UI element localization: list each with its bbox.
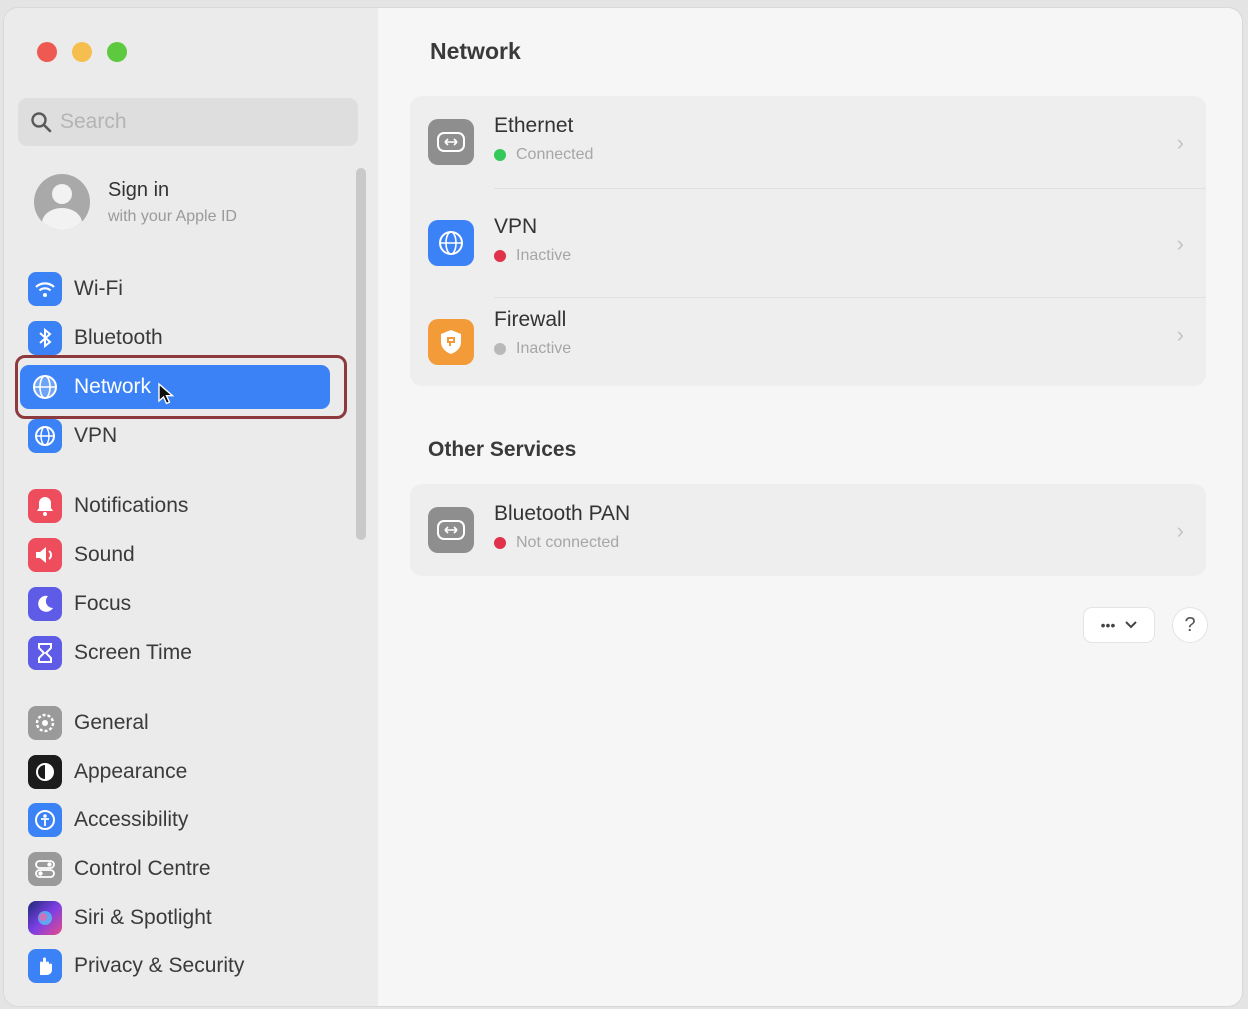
signin-subtitle: with your Apple ID xyxy=(108,207,237,225)
hand-icon xyxy=(28,949,62,983)
service-row-firewall[interactable]: Firewall Inactive › xyxy=(410,298,1206,386)
other-services-title: Other Services xyxy=(428,438,577,461)
service-name: Bluetooth PAN xyxy=(494,502,631,525)
chevron-right-icon: › xyxy=(1176,518,1184,543)
sidebar-item-privacy-security[interactable]: Privacy & Security xyxy=(20,944,330,988)
status-dot xyxy=(494,149,506,161)
other-services-card: Bluetooth PAN Not connected › xyxy=(410,484,1206,576)
sidebar-item-label: Accessibility xyxy=(74,808,189,831)
sidebar-item-focus[interactable]: Focus xyxy=(20,582,330,626)
service-status: Connected xyxy=(494,146,593,164)
chevron-right-icon: › xyxy=(1176,130,1184,155)
bell-icon xyxy=(28,489,62,523)
sidebar-item-label: Focus xyxy=(74,592,132,615)
moon-icon xyxy=(28,587,62,621)
accessibility-icon xyxy=(28,803,62,837)
apple-id-signin[interactable]: Sign in with your Apple ID xyxy=(34,174,237,230)
selection-highlight-frame xyxy=(15,355,347,419)
service-status: Not connected xyxy=(494,534,619,552)
sidebar-item-label: Siri & Spotlight xyxy=(74,906,212,929)
sidebar-scrollbar[interactable] xyxy=(356,168,366,540)
chevron-right-icon: › xyxy=(1176,231,1184,256)
search-field[interactable] xyxy=(18,98,358,146)
service-row-bluetooth-pan[interactable]: Bluetooth PAN Not connected › xyxy=(410,484,1206,576)
status-text: Inactive xyxy=(516,247,572,264)
service-status: Inactive xyxy=(494,247,571,265)
sidebar-item-wifi[interactable]: Wi-Fi xyxy=(20,267,330,311)
sidebar-item-label: Screen Time xyxy=(74,641,192,664)
sidebar-item-vpn[interactable]: VPN xyxy=(20,414,330,458)
service-name: VPN xyxy=(494,215,538,238)
sidebar-item-label: Appearance xyxy=(74,760,188,783)
ethernet-icon xyxy=(428,507,474,553)
settings-window: Sign in with your Apple ID Wi-Fi Bluetoo… xyxy=(4,8,1242,1006)
more-actions-button[interactable]: ••• xyxy=(1084,608,1154,642)
sidebar-item-siri-spotlight[interactable]: Siri & Spotlight xyxy=(20,896,330,940)
shield-icon xyxy=(428,319,474,365)
wifi-icon xyxy=(28,272,62,306)
sidebar-item-label: General xyxy=(74,711,149,734)
toggles-icon xyxy=(28,852,62,886)
chevron-right-icon: › xyxy=(1176,322,1184,347)
appearance-icon xyxy=(28,755,62,789)
sidebar-item-notifications[interactable]: Notifications xyxy=(20,484,330,528)
vpn-globe-icon xyxy=(428,220,474,266)
status-dot xyxy=(494,537,506,549)
service-status: Inactive xyxy=(494,340,571,358)
signin-title: Sign in xyxy=(108,178,170,201)
sidebar-item-label: Notifications xyxy=(74,494,189,517)
search-input[interactable] xyxy=(60,110,320,134)
minimize-button[interactable] xyxy=(72,42,92,62)
sidebar-item-bluetooth[interactable]: Bluetooth xyxy=(20,316,330,360)
sidebar-item-appearance[interactable]: Appearance xyxy=(20,750,330,794)
help-button[interactable]: ? xyxy=(1173,608,1207,642)
gear-icon xyxy=(28,706,62,740)
status-text: Inactive xyxy=(516,340,572,357)
service-name: Ethernet xyxy=(494,114,574,137)
sidebar-item-accessibility[interactable]: Accessibility xyxy=(20,798,330,842)
chevron-down-icon xyxy=(1125,621,1138,629)
bluetooth-icon xyxy=(28,321,62,355)
status-dot xyxy=(494,343,506,355)
search-icon xyxy=(31,112,52,133)
zoom-button[interactable] xyxy=(107,42,127,62)
main-content: Network Ethernet Connected › VPN Inactiv… xyxy=(378,8,1242,1006)
ethernet-icon xyxy=(428,119,474,165)
close-button[interactable] xyxy=(37,42,57,62)
status-text: Not connected xyxy=(516,534,620,551)
network-services-card: Ethernet Connected › VPN Inactive › Fire… xyxy=(410,96,1206,386)
avatar xyxy=(34,174,90,230)
service-row-vpn[interactable]: VPN Inactive › xyxy=(410,189,1206,297)
siri-icon xyxy=(28,901,62,935)
sidebar-item-control-centre[interactable]: Control Centre xyxy=(20,847,330,891)
sidebar-item-label: Wi-Fi xyxy=(74,277,123,300)
sidebar: Sign in with your Apple ID Wi-Fi Bluetoo… xyxy=(4,8,378,1006)
sidebar-item-label: Sound xyxy=(74,543,135,566)
service-row-ethernet[interactable]: Ethernet Connected › xyxy=(410,96,1206,188)
hourglass-icon xyxy=(28,636,62,670)
speaker-icon xyxy=(28,538,62,572)
sidebar-item-label: Privacy & Security xyxy=(74,954,245,977)
status-text: Connected xyxy=(516,146,594,163)
sidebar-item-general[interactable]: General xyxy=(20,701,330,745)
sidebar-item-label: Control Centre xyxy=(74,857,211,880)
sidebar-item-sound[interactable]: Sound xyxy=(20,533,330,577)
ellipsis-icon: ••• xyxy=(1100,617,1116,633)
vpn-globe-icon xyxy=(28,419,62,453)
sidebar-item-label: VPN xyxy=(74,424,118,447)
sidebar-item-screen-time[interactable]: Screen Time xyxy=(20,631,330,675)
service-name: Firewall xyxy=(494,308,567,331)
sidebar-item-label: Bluetooth xyxy=(74,326,163,349)
page-title: Network xyxy=(430,38,521,64)
status-dot xyxy=(494,250,506,262)
